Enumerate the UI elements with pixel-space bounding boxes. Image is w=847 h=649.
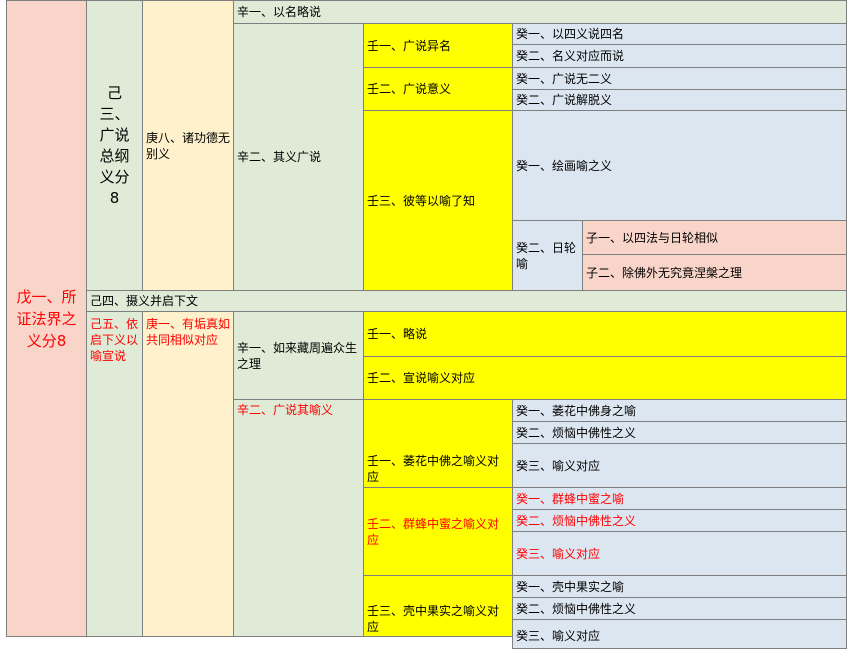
xin2b-cell: 辛二、广说其喻义 xyxy=(233,399,364,637)
gui-r1-1-cell: 癸一、以四义说四名 xyxy=(512,23,847,45)
geng1-cell: 庚一、有垢真如共同相似对应 xyxy=(142,311,234,637)
xin2-cell: 辛二、其义广说 xyxy=(233,23,364,291)
gui-lotus-3-cell: 癸三、喻义对应 xyxy=(512,443,847,488)
ren1-cell: 壬一、广说异名 xyxy=(363,23,513,68)
gui-r3-1-label: 癸一、绘画喻之义 xyxy=(516,158,613,173)
geng1-label: 庚一、有垢真如共同相似对应 xyxy=(146,317,231,347)
gui-r2-1-cell: 癸一、广说无二义 xyxy=(512,67,847,90)
gui-lotus-2-cell: 癸二、烦恼中佛性之义 xyxy=(512,421,847,444)
ji4-label: 己四、摄义并启下文 xyxy=(90,294,199,308)
ren-husk-label: 壬三、壳中果实之喻义对应 xyxy=(367,604,500,634)
zi1-label: 子一、以四法与日轮相似 xyxy=(586,230,719,245)
xin1b-cell: 辛一、如来藏周遍众生之理 xyxy=(233,311,364,400)
ren2b-cell: 壬二、宣说喻义对应 xyxy=(363,356,847,400)
zi2-label: 子二、除佛外无究竟涅槃之理 xyxy=(586,265,743,280)
ren1b-label: 壬一、略说 xyxy=(367,327,428,341)
ji3-cell: 己三、广说总纲义分8 xyxy=(86,0,143,291)
gui-r2-2-cell: 癸二、广说解脱义 xyxy=(512,89,847,111)
gui-husk-1-label: 癸一、壳中果实之喻 xyxy=(516,579,625,594)
ren1b-cell: 壬一、略说 xyxy=(363,311,847,357)
gui-r1-2-label: 癸二、名义对应而说 xyxy=(516,49,625,63)
zi1-cell: 子一、以四法与日轮相似 xyxy=(582,220,847,255)
ren-husk-cell: 壬三、壳中果实之喻义对应 xyxy=(363,575,513,637)
ji5-cell: 己五、依启下义以喻宣说 xyxy=(86,311,143,637)
gui-bee-2-cell: 癸二、烦恼中佛性之义 xyxy=(512,509,847,532)
zi2-cell: 子二、除佛外无究竟涅槃之理 xyxy=(582,254,847,291)
geng8-cell: 庚八、诸功德无别义 xyxy=(142,0,234,291)
gui-bee-1-cell: 癸一、群蜂中蜜之喻 xyxy=(512,487,847,510)
ren3-cell: 壬三、彼等以喻了知 xyxy=(363,110,513,291)
xin2b-label: 辛二、广说其喻义 xyxy=(237,403,334,417)
xin1b-label: 辛一、如来藏周遍众生之理 xyxy=(237,340,358,371)
ren-bee-cell: 壬二、群蜂中蜜之喻义对应 xyxy=(363,487,513,576)
gui-lotus-1-label: 癸一、萎花中佛身之喻 xyxy=(516,403,637,418)
gui-husk-2-cell: 癸二、烦恼中佛性之义 xyxy=(512,597,847,620)
gui-husk-3-label: 癸三、喻义对应 xyxy=(516,629,601,643)
gui-r1-2-cell: 癸二、名义对应而说 xyxy=(512,44,847,68)
gui-lotus-1-cell: 癸一、萎花中佛身之喻 xyxy=(512,399,847,422)
ji3-label: 己三、广说总纲义分8 xyxy=(99,83,130,207)
wu1-cell: 戊一、所证法界之义分8 xyxy=(6,0,87,637)
gui-husk-1-cell: 癸一、壳中果实之喻 xyxy=(512,575,847,598)
gui-bee-3-cell: 癸三、喻义对应 xyxy=(512,531,847,576)
ji4-cell: 己四、摄义并启下文 xyxy=(86,290,847,312)
gui-husk-3-cell: 癸三、喻义对应 xyxy=(512,619,847,649)
ren2b-label: 壬二、宣说喻义对应 xyxy=(367,371,476,385)
gui-bee-3-label: 癸三、喻义对应 xyxy=(516,546,601,561)
xin2-label: 辛二、其义广说 xyxy=(237,150,322,164)
gui-r3-2-label: 癸二、日轮喻 xyxy=(516,240,577,271)
gui-lotus-2-label: 癸二、烦恼中佛性之义 xyxy=(516,425,637,440)
gui-r1-1-label: 癸一、以四义说四名 xyxy=(516,27,625,41)
gui-husk-2-label: 癸二、烦恼中佛性之义 xyxy=(516,601,637,616)
geng8-label: 庚八、诸功德无别义 xyxy=(146,130,231,161)
ren-lotus-cell: 壬一、萎花中佛之喻义对应 xyxy=(363,399,513,488)
wu1-label: 戊一、所证法界之义分8 xyxy=(16,287,77,350)
gui-r3-2-cell: 癸二、日轮喻 xyxy=(512,220,583,291)
gui-r2-1-label: 癸一、广说无二义 xyxy=(516,71,613,86)
gui-r2-2-label: 癸二、广说解脱义 xyxy=(516,93,613,107)
ren-bee-label: 壬二、群蜂中蜜之喻义对应 xyxy=(367,516,500,547)
gui-bee-1-label: 癸一、群蜂中蜜之喻 xyxy=(516,491,625,506)
ji5-label: 己五、依启下义以喻宣说 xyxy=(90,317,139,363)
ren2-label: 壬二、广说意义 xyxy=(367,82,452,96)
xin1-cell: 辛一、以名略说 xyxy=(233,0,847,24)
ren3-label: 壬三、彼等以喻了知 xyxy=(367,193,476,208)
gui-r3-1-cell: 癸一、绘画喻之义 xyxy=(512,110,847,221)
ren1-label: 壬一、广说异名 xyxy=(367,38,452,53)
ren-lotus-label: 壬一、萎花中佛之喻义对应 xyxy=(367,454,500,484)
gui-bee-2-label: 癸二、烦恼中佛性之义 xyxy=(516,513,637,528)
xin1-label: 辛一、以名略说 xyxy=(237,5,322,19)
ren2-cell: 壬二、广说意义 xyxy=(363,67,513,111)
gui-lotus-3-label: 癸三、喻义对应 xyxy=(516,458,601,473)
